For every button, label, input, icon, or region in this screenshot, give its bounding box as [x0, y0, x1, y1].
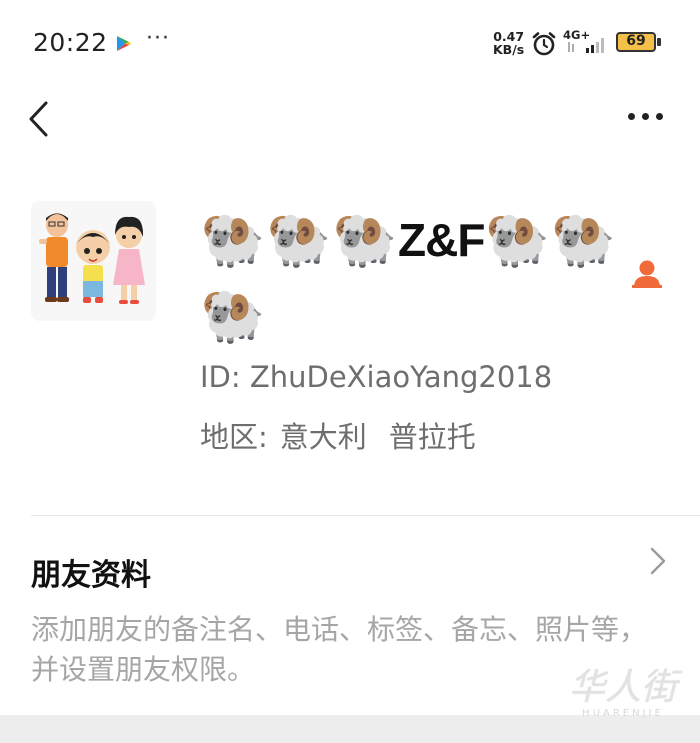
sheep-emoji: 🐏 [332, 209, 398, 270]
region-city: 普拉托 [388, 420, 476, 454]
sheep-emoji: 🐏 [200, 285, 266, 346]
sheep-emoji: 🐏 [485, 209, 550, 270]
chevron-right-icon[interactable] [649, 547, 667, 575]
person-icon[interactable] [632, 258, 662, 288]
wechat-id-row: ID: ZhuDeXiaoYang2018 [200, 360, 552, 394]
id-label: ID: [200, 360, 241, 394]
nickname-text: Z&F [398, 213, 485, 266]
watermark-main: 华人街 [568, 667, 677, 708]
network-speed-unit: KB/s [493, 42, 525, 57]
watermark-sub: HUARENJIE [582, 708, 664, 719]
alarm-icon [532, 32, 556, 56]
battery-cap [657, 38, 661, 46]
play-store-icon [117, 36, 131, 51]
signal-icon [568, 38, 604, 53]
avatar-cartoon-family-image [39, 213, 145, 304]
sheep-emoji: 🐏 [266, 209, 332, 270]
network-speed: 0.47 KB/s [493, 30, 524, 56]
more-dots-icon[interactable] [628, 113, 664, 123]
region-label: 地区: [200, 420, 268, 454]
battery-level: 69 [626, 33, 646, 49]
profile-nickname: 🐏🐏🐏Z&F🐏🐏🐏 [200, 200, 630, 352]
chevron-left-icon[interactable] [26, 100, 50, 138]
friend-info-title[interactable]: 朋友资料 [31, 550, 151, 594]
status-time: 20:22 [33, 28, 108, 57]
divider [31, 515, 700, 516]
watermark: 华人街 HUARENJIE [550, 668, 696, 730]
region-country: 意大利 [279, 420, 367, 454]
status-bar: 20:22 ··· 0.47 KB/s 4G+ 69 [0, 0, 700, 88]
id-value: ZhuDeXiaoYang2018 [249, 360, 553, 394]
sheep-emoji: 🐏 [551, 209, 616, 270]
sheep-emoji: 🐏 [200, 209, 266, 270]
status-more-indicator: ··· [146, 26, 170, 51]
region-row: 地区: 意大利 普拉托 [200, 414, 476, 456]
avatar[interactable] [31, 201, 156, 321]
